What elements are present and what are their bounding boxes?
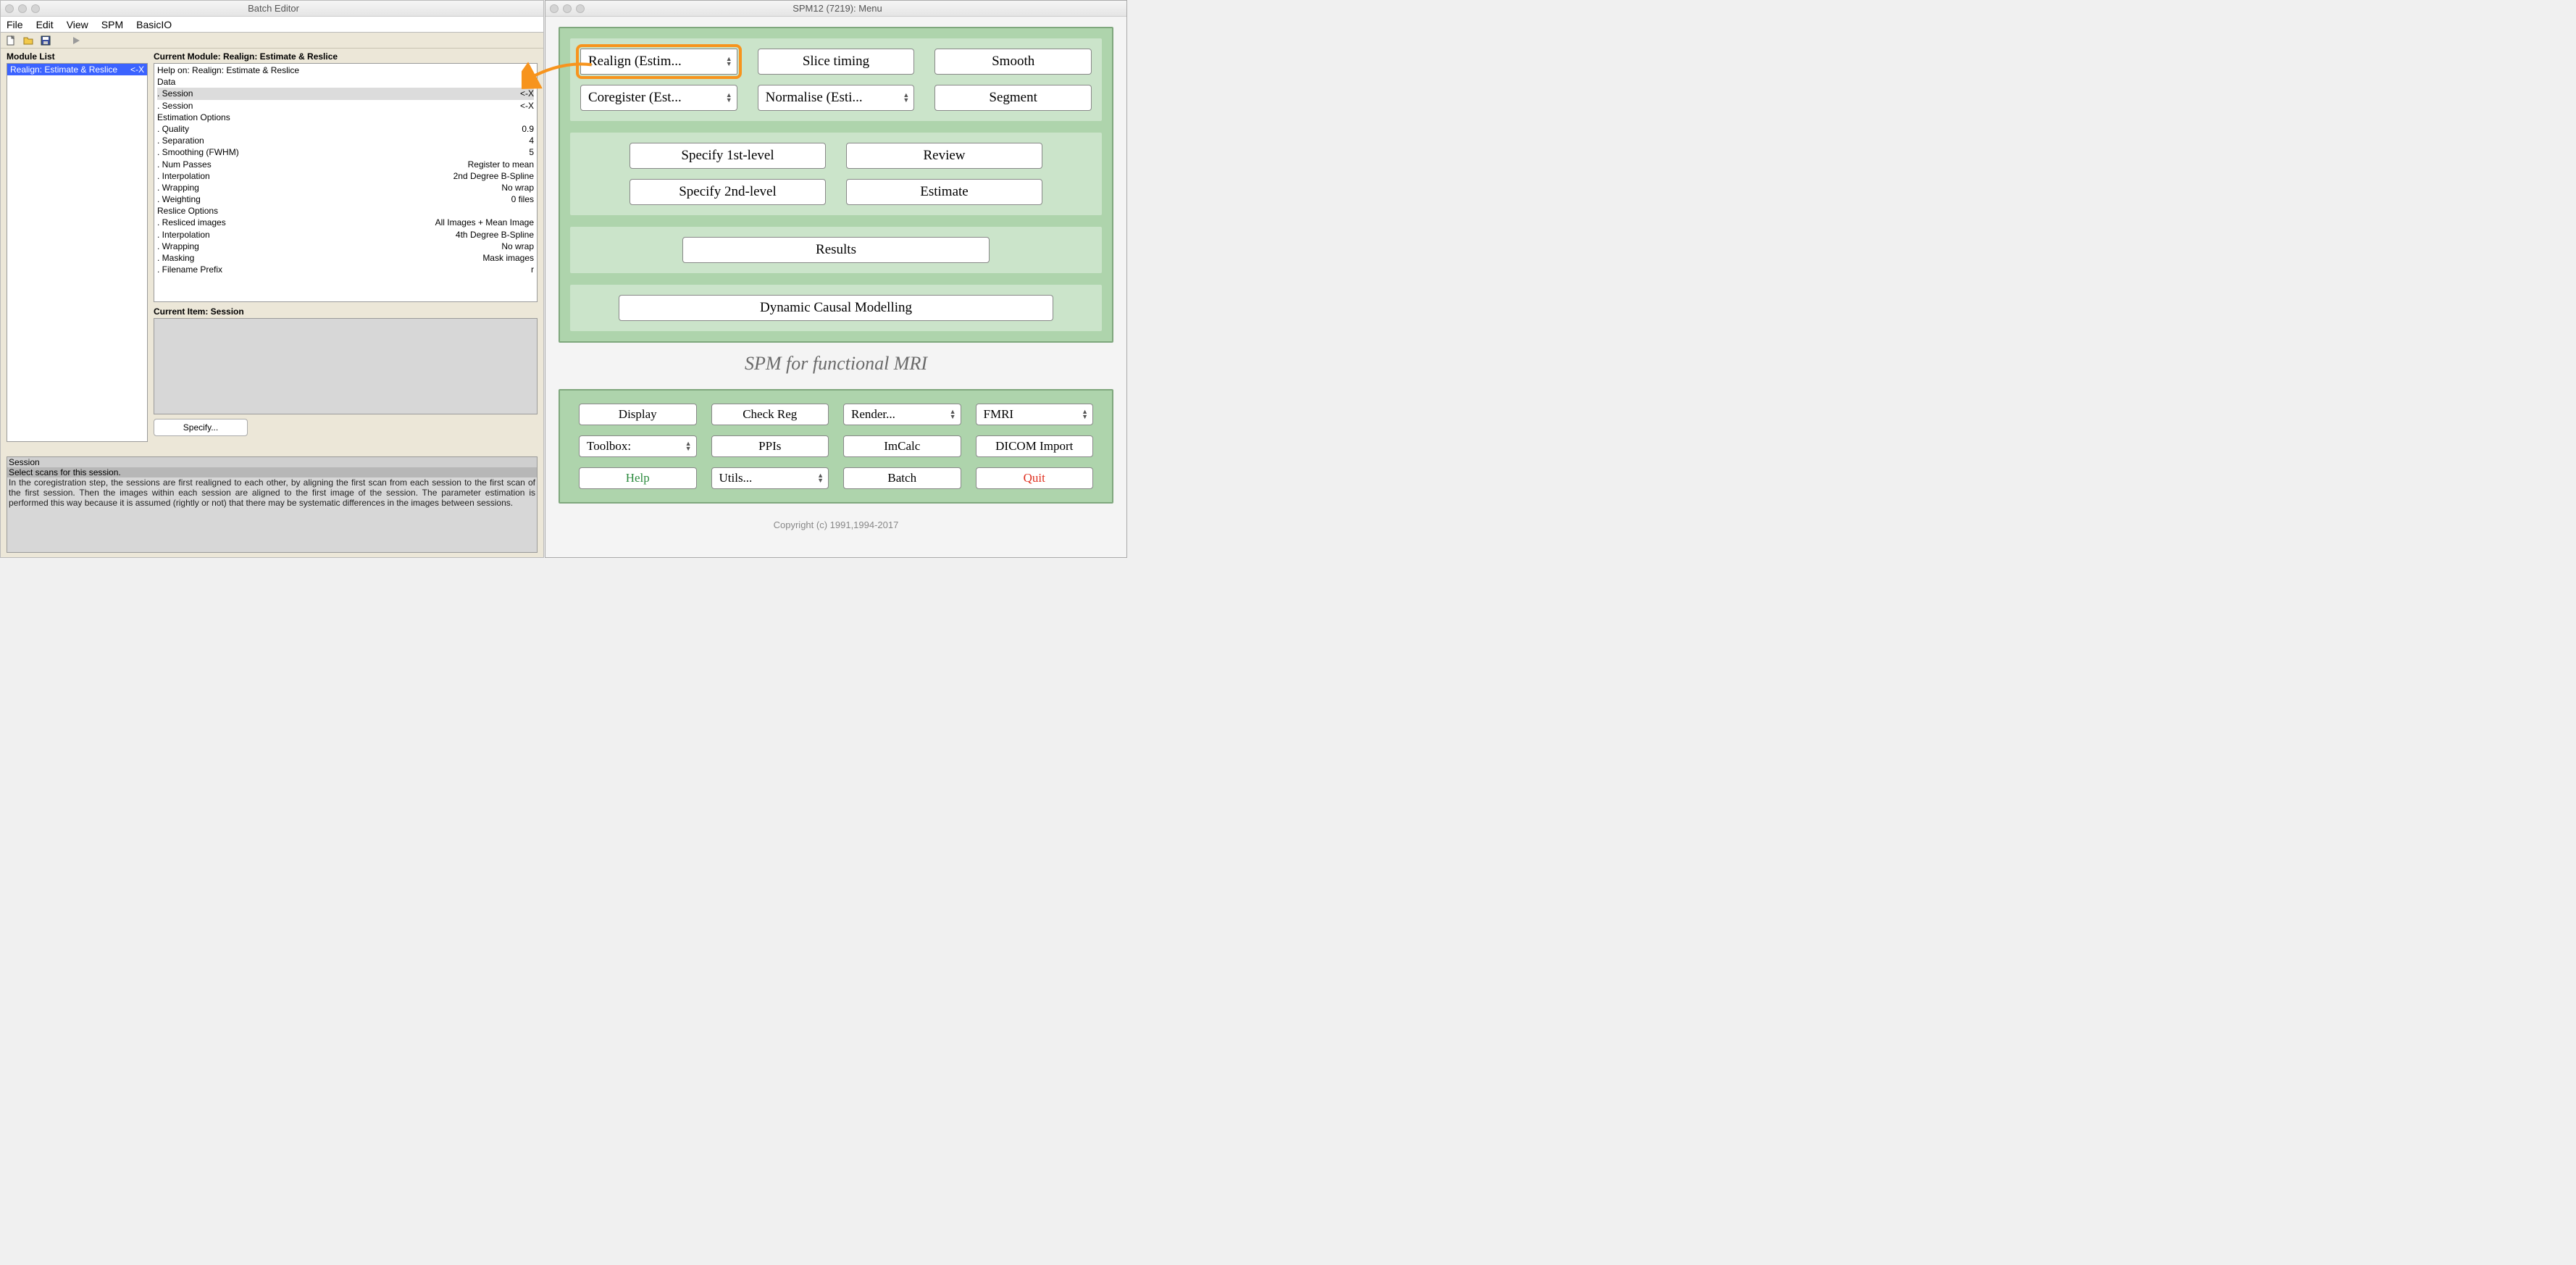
- module-item-realign[interactable]: Realign: Estimate & Reslice <-X: [7, 64, 147, 75]
- help-body: In the coregistration step, the sessions…: [7, 477, 537, 508]
- preproc-panel: Realign (Estim...▲▼ Slice timing Smooth …: [559, 27, 1113, 343]
- imcalc-button[interactable]: ImCalc: [843, 435, 961, 457]
- util-panel: Display Check Reg Render...▲▼ FMRI▲▼ Too…: [559, 389, 1113, 504]
- run-icon[interactable]: [70, 35, 82, 46]
- param-row[interactable]: Session<-X: [157, 100, 534, 112]
- param-row[interactable]: Resliced imagesAll Images + Mean Image: [157, 217, 534, 228]
- menubar: File Edit View SPM BasicIO: [1, 17, 543, 33]
- menu-file[interactable]: File: [7, 19, 23, 30]
- current-item-label: Current Item: Session: [154, 306, 538, 317]
- dicom-button[interactable]: DICOM Import: [976, 435, 1094, 457]
- render-dropdown[interactable]: Render...▲▼: [843, 404, 961, 425]
- checkreg-button[interactable]: Check Reg: [711, 404, 829, 425]
- display-button[interactable]: Display: [579, 404, 697, 425]
- param-row[interactable]: Interpolation4th Degree B-Spline: [157, 229, 534, 241]
- param-row[interactable]: Session<-X: [157, 88, 534, 99]
- module-list[interactable]: Realign: Estimate & Reslice <-X: [7, 63, 148, 442]
- module-list-title: Module List: [7, 50, 148, 63]
- current-item-area[interactable]: [154, 318, 538, 414]
- param-row[interactable]: Estimation Options: [157, 112, 534, 123]
- slice-timing-button[interactable]: Slice timing: [758, 49, 915, 75]
- realign-dropdown[interactable]: Realign (Estim...▲▼: [580, 49, 737, 75]
- menu-view[interactable]: View: [67, 19, 88, 30]
- results-button[interactable]: Results: [682, 237, 990, 263]
- menu-basicio[interactable]: BasicIO: [136, 19, 172, 30]
- traffic-max[interactable]: [576, 4, 585, 13]
- fmri-dropdown[interactable]: FMRI▲▼: [976, 404, 1094, 425]
- traffic-min[interactable]: [18, 4, 27, 13]
- param-row[interactable]: Filename Prefixr: [157, 264, 534, 275]
- param-row[interactable]: Help on: Realign: Estimate & Reslice: [157, 64, 534, 76]
- quit-button[interactable]: Quit: [976, 467, 1094, 489]
- batch-editor-window: Batch Editor File Edit View SPM BasicIO …: [0, 0, 544, 558]
- new-icon[interactable]: [5, 35, 17, 46]
- spm-title: SPM12 (7219): Menu: [592, 3, 1126, 14]
- estimate-button[interactable]: Estimate: [846, 179, 1042, 205]
- spm-titlebar: SPM12 (7219): Menu: [545, 1, 1126, 17]
- review-button[interactable]: Review: [846, 143, 1042, 169]
- menu-edit[interactable]: Edit: [36, 19, 54, 30]
- spm-menu-window: SPM12 (7219): Menu Realign (Estim...▲▼ S…: [545, 0, 1127, 558]
- help-button[interactable]: Help: [579, 467, 697, 489]
- batch-button[interactable]: Batch: [843, 467, 961, 489]
- save-icon[interactable]: [40, 35, 51, 46]
- parameters-list[interactable]: Help on: Realign: Estimate & ResliceData…: [154, 63, 538, 302]
- param-row[interactable]: Data: [157, 76, 534, 88]
- normalise-dropdown[interactable]: Normalise (Esti...▲▼: [758, 85, 915, 111]
- traffic-close[interactable]: [550, 4, 559, 13]
- smooth-button[interactable]: Smooth: [934, 49, 1092, 75]
- specify-button[interactable]: Specify...: [154, 419, 248, 436]
- toolbox-dropdown[interactable]: Toolbox:▲▼: [579, 435, 697, 457]
- help-title: Session: [7, 457, 537, 467]
- coregister-dropdown[interactable]: Coregister (Est...▲▼: [580, 85, 737, 111]
- specify-2nd-button[interactable]: Specify 2nd-level: [630, 179, 826, 205]
- menu-spm[interactable]: SPM: [101, 19, 123, 30]
- traffic-min[interactable]: [563, 4, 572, 13]
- utils-dropdown[interactable]: Utils...▲▼: [711, 467, 829, 489]
- param-row[interactable]: MaskingMask images: [157, 252, 534, 264]
- current-module-title: Current Module: Realign: Estimate & Resl…: [154, 50, 538, 63]
- param-row[interactable]: WrappingNo wrap: [157, 241, 534, 252]
- batch-title: Batch Editor: [47, 3, 543, 14]
- param-row[interactable]: Quality0.9: [157, 123, 534, 135]
- param-row[interactable]: Num PassesRegister to mean: [157, 159, 534, 170]
- open-icon[interactable]: [22, 35, 34, 46]
- param-row[interactable]: Reslice Options: [157, 205, 534, 217]
- toolbar: [1, 33, 543, 49]
- specify-1st-button[interactable]: Specify 1st-level: [630, 143, 826, 169]
- spm-copyright: Copyright (c) 1991,1994-2017: [559, 519, 1113, 530]
- segment-button[interactable]: Segment: [934, 85, 1092, 111]
- param-row[interactable]: Interpolation2nd Degree B-Spline: [157, 170, 534, 182]
- spm-subtitle: SPM for functional MRI: [559, 353, 1113, 375]
- help-panel: Session Select scans for this session. I…: [7, 456, 538, 553]
- dcm-button[interactable]: Dynamic Causal Modelling: [619, 295, 1053, 321]
- batch-titlebar: Batch Editor: [1, 1, 543, 17]
- traffic-max[interactable]: [31, 4, 40, 13]
- traffic-close[interactable]: [5, 4, 14, 13]
- param-row[interactable]: WrappingNo wrap: [157, 182, 534, 193]
- help-subtitle: Select scans for this session.: [7, 467, 537, 477]
- ppis-button[interactable]: PPIs: [711, 435, 829, 457]
- param-row[interactable]: Separation4: [157, 135, 534, 146]
- param-row[interactable]: Weighting0 files: [157, 193, 534, 205]
- param-row[interactable]: Smoothing (FWHM)5: [157, 146, 534, 158]
